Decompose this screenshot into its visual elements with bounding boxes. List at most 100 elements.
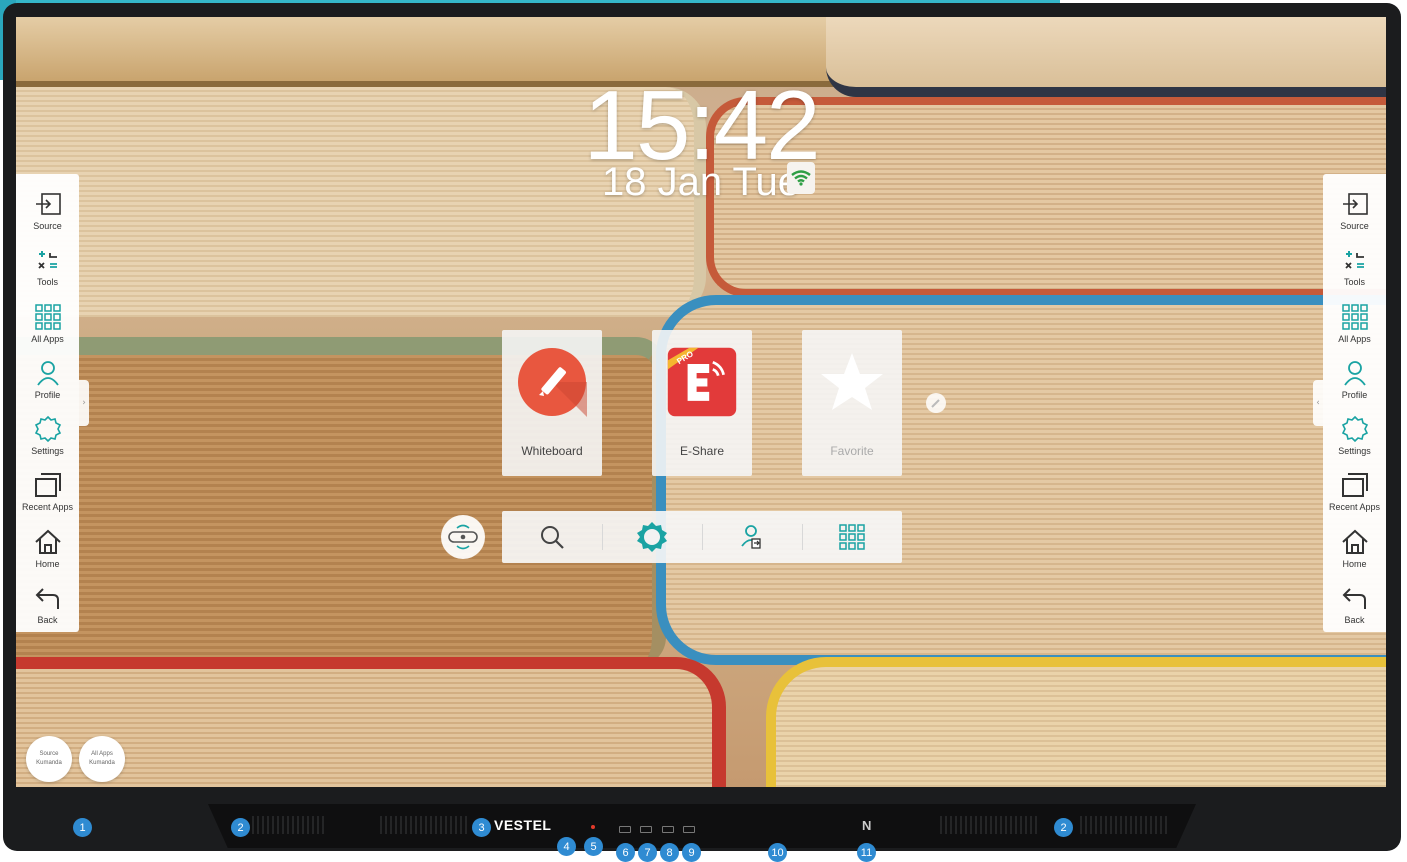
sidebar-item-profile[interactable]: Profile	[1323, 351, 1386, 407]
app-tile-label: Favorite	[830, 444, 874, 458]
home-screen: 15:42 18 Jan Tue Source Tools All Apps P…	[16, 17, 1386, 787]
app-tile-label: Whiteboard	[521, 444, 583, 458]
quick-bar-apps-button[interactable]	[802, 511, 902, 563]
speaker-grille	[380, 816, 470, 834]
quick-label: Kumanda	[36, 760, 62, 766]
power-led	[591, 825, 595, 829]
wifi-icon[interactable]	[787, 162, 815, 194]
callout-badge: 11	[857, 843, 876, 862]
settings-icon	[1341, 415, 1368, 443]
all-apps-remote-button[interactable]: All Apps Kumanda	[79, 736, 125, 782]
sidebar-item-back[interactable]: Back	[1323, 576, 1386, 632]
sidebar-item-label: Home	[35, 558, 60, 569]
grid-icon	[34, 303, 61, 330]
tools-icon	[1344, 251, 1364, 270]
sidebar-item-label: Tools	[36, 277, 58, 288]
callout-badge: 10	[768, 843, 787, 862]
quick-label: Source	[39, 751, 59, 757]
sidebar-item-source[interactable]: Source	[16, 182, 79, 238]
sidebar-item-all-apps[interactable]: All Apps	[1323, 295, 1386, 351]
callout-badge: 3	[472, 818, 491, 837]
sidebar-item-label: Tools	[1343, 277, 1365, 288]
usb-c-port	[683, 826, 695, 833]
search-icon	[541, 526, 564, 549]
edit-favorites-icon[interactable]	[926, 393, 946, 413]
profile-icon	[1343, 360, 1366, 386]
callout-badge: 7	[638, 843, 657, 862]
quick-bar-search-button[interactable]	[502, 511, 602, 563]
source-icon	[35, 193, 61, 215]
app-tile-whiteboard[interactable]: Whiteboard	[502, 330, 602, 476]
app-tile-eshare[interactable]: PRO E-Share	[652, 330, 752, 476]
sidebar-item-home[interactable]: Home	[16, 520, 79, 576]
callout-badge: 5	[584, 837, 603, 856]
clock-date: 18 Jan Tue	[602, 160, 800, 204]
tools-icon	[37, 251, 57, 270]
left-sidebar-handle[interactable]: ›	[79, 380, 89, 426]
hdmi-port	[662, 826, 674, 833]
callout-badge: 9	[682, 843, 701, 862]
back-icon	[1342, 588, 1366, 609]
sidebar-item-label: All Apps	[1338, 333, 1371, 344]
wallpaper-book	[656, 295, 1386, 665]
grid-icon	[839, 524, 865, 550]
remote-control-icon[interactable]	[441, 515, 485, 559]
sidebar-item-label: Source	[1340, 221, 1369, 232]
sidebar-item-label: Recent Apps	[1328, 502, 1381, 513]
sidebar-item-tools[interactable]: Tools	[1323, 238, 1386, 294]
settings-gear-icon	[637, 522, 667, 552]
whiteboard-icon	[516, 346, 588, 418]
sidebar-item-label: Source	[33, 221, 62, 232]
quick-bar	[502, 511, 902, 563]
sidebar-item-recent-apps[interactable]: Recent Apps	[1323, 463, 1386, 519]
app-tile-label: E-Share	[679, 444, 725, 458]
sidebar-item-label: Back	[1344, 614, 1365, 625]
quick-bar-settings-button[interactable]	[602, 511, 702, 563]
star-icon	[816, 346, 888, 418]
sidebar-item-label: Profile	[1341, 389, 1368, 400]
sidebar-item-label: Settings	[1338, 446, 1371, 457]
sidebar-item-source[interactable]: Source	[1323, 182, 1386, 238]
sidebar-item-all-apps[interactable]: All Apps	[16, 295, 79, 351]
sidebar-item-label: Back	[37, 614, 58, 625]
callout-badge: 2	[231, 818, 250, 837]
usb-port	[619, 826, 631, 833]
callout-badge: 2	[1054, 818, 1073, 837]
settings-icon	[34, 415, 61, 443]
sidebar-item-home[interactable]: Home	[1323, 520, 1386, 576]
callout-badge: 4	[557, 837, 576, 856]
sidebar-item-label: Profile	[34, 389, 61, 400]
right-sidebar: Source Tools All Apps Profile Settings R…	[1323, 174, 1386, 632]
sidebar-item-profile[interactable]: Profile	[16, 351, 79, 407]
sidebar-item-settings[interactable]: Settings	[1323, 407, 1386, 463]
source-remote-button[interactable]: Source Kumanda	[26, 736, 72, 782]
nfc-icon: N	[862, 818, 872, 833]
speaker-grille	[1080, 816, 1170, 834]
usb-port	[640, 826, 652, 833]
wallpaper-book	[766, 657, 1386, 787]
recent-apps-icon	[34, 473, 61, 498]
home-icon	[1341, 529, 1368, 554]
grid-icon	[1341, 303, 1368, 330]
user-switch-icon	[741, 525, 761, 549]
back-icon	[35, 588, 59, 609]
speaker-grille	[252, 816, 326, 834]
quick-label: Kumanda	[89, 760, 115, 766]
source-icon	[1342, 193, 1368, 215]
right-sidebar-handle[interactable]: ‹	[1313, 380, 1323, 426]
sidebar-item-tools[interactable]: Tools	[16, 238, 79, 294]
sidebar-item-settings[interactable]: Settings	[16, 407, 79, 463]
brand-logo: VESTEL	[494, 817, 552, 833]
sidebar-item-back[interactable]: Back	[16, 576, 79, 632]
sidebar-item-label: Settings	[31, 446, 64, 457]
eshare-icon: PRO	[666, 346, 738, 418]
profile-icon	[36, 360, 59, 386]
callout-badge: 6	[616, 843, 635, 862]
callout-badge: 8	[660, 843, 679, 862]
quick-bar-user-switch-button[interactable]	[702, 511, 802, 563]
app-tile-favorite[interactable]: Favorite	[802, 330, 902, 476]
left-sidebar: Source Tools All Apps Profile Settings R…	[16, 174, 79, 632]
sidebar-item-recent-apps[interactable]: Recent Apps	[16, 463, 79, 519]
recent-apps-icon	[1341, 473, 1368, 498]
sidebar-item-label: Home	[1342, 558, 1367, 569]
